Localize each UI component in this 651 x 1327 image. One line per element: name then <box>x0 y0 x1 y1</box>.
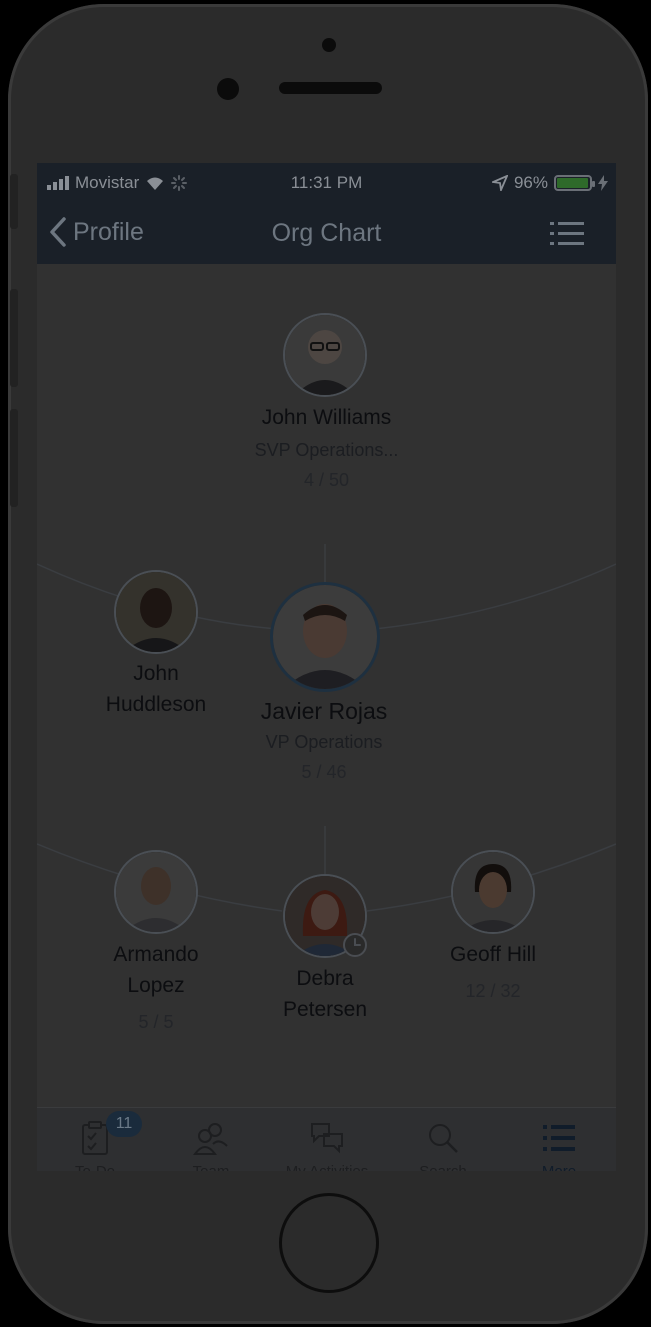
person-photo <box>285 315 365 395</box>
volume-down-button <box>10 409 18 507</box>
avatar <box>283 313 367 397</box>
proximity-sensor <box>217 78 239 100</box>
avatar <box>270 582 380 692</box>
tab-label: Team <box>153 1163 269 1171</box>
search-icon <box>429 1124 458 1153</box>
person-photo <box>116 572 196 652</box>
report-count: 5 / 46 <box>301 762 347 782</box>
list-icon <box>543 1125 575 1151</box>
location-arrow-icon <box>491 175 508 191</box>
tab-more[interactable]: More <box>501 1108 616 1171</box>
page-title: Org Chart <box>271 219 382 247</box>
tab-team[interactable]: Team <box>153 1108 269 1171</box>
todo-badge: 11 <box>106 1111 142 1137</box>
status-bar: Movistar 11:31 PM 96% <box>37 163 616 203</box>
person-name-line1: Armando <box>113 943 199 966</box>
report-count: 4 / 50 <box>303 470 350 490</box>
screen: Movistar 11:31 PM 96% Profile Org Chart … <box>37 163 616 1171</box>
battery-percent: 96% <box>513 173 548 192</box>
list-menu-icon <box>550 222 584 245</box>
clock-icon <box>343 933 367 957</box>
avatar <box>114 570 198 654</box>
person-name-line1: John <box>133 662 179 685</box>
tab-bar: 11 To-Do Team My Activities Search <box>37 1107 616 1171</box>
earpiece-speaker <box>279 82 382 94</box>
person-name-line2: Lopez <box>127 974 185 997</box>
person-role: SVP Operations... <box>254 440 399 460</box>
tab-label: To-Do <box>37 1163 153 1171</box>
tab-todo[interactable]: 11 To-Do <box>37 1108 153 1171</box>
person-name-line1: Debra <box>296 967 354 990</box>
avatar <box>451 850 535 934</box>
report-count: 12 / 32 <box>465 981 521 1001</box>
person-name: Javier Rojas <box>260 698 388 724</box>
person-role: VP Operations <box>265 732 383 752</box>
tab-label: More <box>501 1163 616 1171</box>
mute-switch <box>10 174 18 229</box>
person-photo <box>273 585 377 689</box>
home-button[interactable] <box>279 1193 379 1293</box>
team-icon <box>193 1123 228 1155</box>
battery-icon <box>554 175 595 191</box>
person-name: John Williams <box>261 406 392 429</box>
avatar <box>114 850 198 934</box>
report-count: 5 / 5 <box>138 1012 174 1032</box>
navigation-bar: Profile Org Chart <box>37 203 616 264</box>
tab-search[interactable]: Search <box>385 1108 501 1171</box>
battery-status: 96% <box>491 173 608 193</box>
person-name: Geoff Hill <box>450 943 536 966</box>
tab-label: My Activities <box>269 1163 385 1171</box>
tab-my-activities[interactable]: My Activities <box>269 1108 385 1171</box>
chat-bubbles-icon <box>311 1123 343 1154</box>
charging-bolt-icon <box>598 175 608 191</box>
org-chart: John Williams SVP Operations... 4 / 50 J… <box>37 264 616 1106</box>
person-photo <box>453 852 533 932</box>
person-photo <box>116 852 196 932</box>
volume-up-button <box>10 289 18 387</box>
front-camera <box>322 38 336 52</box>
menu-button[interactable] <box>550 221 584 252</box>
person-name-line2: Petersen <box>282 998 368 1021</box>
tab-label: Search <box>385 1163 501 1171</box>
